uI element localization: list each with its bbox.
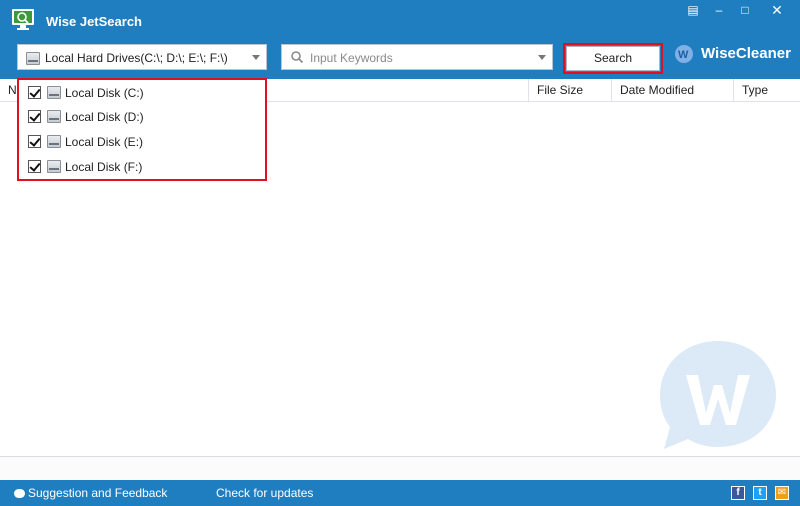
facebook-icon[interactable]: f xyxy=(731,486,745,500)
search-icon xyxy=(291,51,304,64)
search-input[interactable] xyxy=(308,48,532,68)
title-toolbar-area: Wise JetSearch ▤ – □ ✕ Local Hard Drives… xyxy=(0,0,800,79)
app-logo-icon xyxy=(12,9,34,30)
wisecleaner-watermark-icon xyxy=(660,341,776,449)
drive-item-c[interactable]: Local Disk (C:) xyxy=(28,83,258,103)
drive-d-checkbox[interactable] xyxy=(28,110,41,123)
drive-item-f[interactable]: Local Disk (F:) xyxy=(28,157,258,177)
hard-drive-icon xyxy=(47,135,61,148)
drive-item-label: Local Disk (F:) xyxy=(65,160,143,174)
hard-drive-icon xyxy=(47,86,61,99)
column-date-modified[interactable]: Date Modified xyxy=(611,79,733,101)
mail-icon[interactable]: ✉ xyxy=(775,486,789,500)
status-bar xyxy=(0,456,800,480)
drive-select-value: Local Hard Drives(C:\; D:\; E:\; F:\) xyxy=(45,51,228,65)
drive-item-e[interactable]: Local Disk (E:) xyxy=(28,132,258,152)
chevron-down-icon[interactable] xyxy=(252,55,260,60)
search-box[interactable] xyxy=(281,44,553,70)
drive-dropdown-list: Local Disk (C:) Local Disk (D:) Local Di… xyxy=(17,78,267,181)
search-button[interactable]: Search xyxy=(566,46,660,71)
hard-drive-icon xyxy=(47,110,61,123)
feedback-label: Suggestion and Feedback xyxy=(28,486,168,500)
drive-item-d[interactable]: Local Disk (D:) xyxy=(28,107,258,127)
feedback-link[interactable]: Suggestion and Feedback xyxy=(14,486,167,500)
drive-c-checkbox[interactable] xyxy=(28,86,41,99)
hard-drive-icon xyxy=(47,160,61,173)
drive-item-label: Local Disk (C:) xyxy=(65,86,144,100)
speech-bubble-icon xyxy=(14,489,25,498)
column-type[interactable]: Type xyxy=(733,79,800,101)
footer: Suggestion and Feedback Check for update… xyxy=(0,480,800,506)
check-updates-link[interactable]: Check for updates xyxy=(216,486,313,500)
hard-drive-icon xyxy=(26,52,40,65)
app-window: Wise JetSearch ▤ – □ ✕ Local Hard Drives… xyxy=(0,0,800,506)
drive-select[interactable]: Local Hard Drives(C:\; D:\; E:\; F:\) xyxy=(17,44,267,70)
brand-name: WiseCleaner xyxy=(701,45,791,62)
menu-button[interactable]: ▤ xyxy=(682,2,704,18)
drive-e-checkbox[interactable] xyxy=(28,135,41,148)
wisecleaner-logo-icon: W xyxy=(675,45,693,63)
drive-item-label: Local Disk (E:) xyxy=(65,135,144,149)
maximize-button[interactable]: □ xyxy=(734,2,756,18)
drive-f-checkbox[interactable] xyxy=(28,160,41,173)
close-button[interactable]: ✕ xyxy=(766,2,788,18)
chevron-down-icon[interactable] xyxy=(538,55,546,60)
window-title: Wise JetSearch xyxy=(46,14,142,29)
twitter-icon[interactable]: t xyxy=(753,486,767,500)
minimize-button[interactable]: – xyxy=(708,2,730,18)
column-file-size[interactable]: File Size xyxy=(528,79,611,101)
drive-item-label: Local Disk (D:) xyxy=(65,110,144,124)
wisecleaner-logo-letter: W xyxy=(678,49,689,61)
search-button-highlight: Search xyxy=(563,43,663,74)
